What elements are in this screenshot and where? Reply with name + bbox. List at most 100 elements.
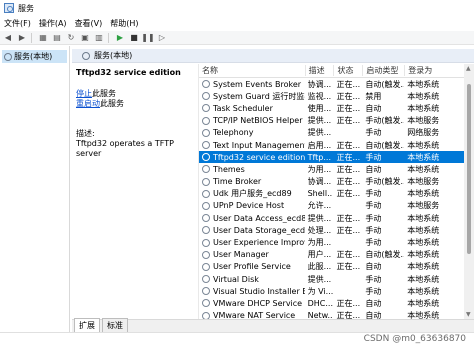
service-startup-cell: 手动(触发... (365, 177, 405, 187)
service-status-cell: 正在... (336, 116, 361, 126)
service-name-cell: Task Scheduler (199, 104, 305, 113)
service-status-cell: 正在... (336, 225, 361, 235)
table-row[interactable]: TCP/IP NetBIOS Helper 提供... 正在... 手动(触发... 本… (199, 115, 464, 127)
table-row[interactable]: Task Scheduler 使用... 正在... 自动 本地系统 (199, 102, 464, 114)
table-row[interactable]: User Data Storage_ecd89处理... 正在... 手动 本地系统 (199, 224, 464, 236)
menu-file[interactable]: 文件(F) (0, 18, 35, 29)
status-bar: CSDN @m0_63636870 (0, 332, 474, 346)
table-row[interactable]: System Events Broker 协调... 正在... 自动(触发... 本地… (199, 78, 464, 90)
title-bar: 服务 (0, 0, 474, 16)
table-row[interactable]: Themes 为用... 正在... 自动 本地系统 (199, 163, 464, 175)
stop-action: 停止此服务 (76, 89, 194, 99)
service-description-cell: 提供... (307, 128, 332, 138)
service-logon-cell: 本地系统 (407, 213, 440, 223)
service-startup-cell: 手动 (365, 189, 382, 199)
service-startup-cell: 手动 (365, 152, 382, 162)
toolbar: ◀ ▶ ▦ ▤ ↻ ▣ ▥ ▶ ■ ❚❚ ▷ (0, 31, 474, 45)
forward-icon[interactable]: ▶ (16, 32, 28, 43)
export-icon[interactable]: ↻ (65, 32, 77, 43)
service-name: User Manager (213, 250, 269, 260)
restart-service-link[interactable]: 重启动 (76, 99, 100, 108)
table-row[interactable]: System Guard 运行时监视...监视... 正在... 禁用 本地系统 (199, 90, 464, 102)
description-label: 描述: (76, 129, 95, 138)
table-row[interactable]: User Experience Improve...为用... 手动 本地系统 (199, 236, 464, 248)
service-description-cell: Tftp... (307, 152, 331, 162)
table-row[interactable]: Tftpd32 service edition Tftp... 正在... 手动 本地系… (199, 151, 464, 164)
restart-icon[interactable]: ▷ (156, 32, 168, 43)
gear-icon (202, 250, 210, 259)
column-header-name[interactable]: 名称 (199, 65, 305, 76)
description-text: Tftpd32 operates a TFTP server (76, 139, 174, 158)
service-name-cell: User Experience Improve... (199, 238, 305, 247)
service-description-cell: 启用... (307, 140, 332, 150)
table-row[interactable]: UPnP Device Host 允许... 手动 本地服务 (199, 200, 464, 212)
table-row[interactable]: VMware DHCP Service DHC... 正在... 自动 本地系统 (199, 297, 464, 309)
table-row[interactable]: Text Input Management ...启用... 正在... 自动(触发… (199, 139, 464, 151)
menu-help[interactable]: 帮助(H) (106, 18, 142, 29)
console-tree-icon[interactable]: ▦ (37, 32, 49, 43)
scroll-down-icon[interactable]: ▼ (466, 311, 471, 318)
pause-icon[interactable]: ❚❚ (141, 32, 154, 43)
table-row[interactable]: Virtual Disk 提供... 手动 本地系统 (199, 273, 464, 285)
service-name: Telephony (213, 128, 254, 138)
scroll-up-icon[interactable]: ▲ (466, 65, 471, 72)
service-name: User Data Storage_ecd89 (213, 225, 305, 235)
menu-view[interactable]: 查看(V) (71, 18, 107, 29)
service-logon-cell: 本地系统 (407, 103, 440, 113)
service-logon-cell: 本地服务 (407, 201, 440, 211)
table-row[interactable]: Visual Studio Installer Ele...为 Vi... 手动 本… (199, 285, 464, 297)
service-startup-cell: 手动 (365, 238, 382, 248)
service-name: Virtual Disk (213, 274, 259, 284)
start-icon[interactable]: ▶ (114, 32, 126, 43)
service-description-cell: 用户... (307, 250, 332, 260)
column-header-description[interactable]: 描述 (304, 65, 334, 76)
stop-service-link[interactable]: 停止 (76, 89, 92, 98)
tab-extended[interactable]: 扩展 (74, 318, 100, 332)
service-status-cell: 正在... (336, 177, 361, 187)
vertical-scrollbar[interactable]: ▲ ▼ (464, 64, 474, 319)
gear-icon (4, 52, 12, 61)
column-header-startup-type[interactable]: 启动类型 (362, 65, 404, 76)
table-row[interactable]: User Data Access_ecd89 提供... 正在... 手动 本地系统 (199, 212, 464, 224)
service-status-cell: 正在... (336, 311, 361, 319)
properties-icon[interactable]: ▥ (93, 32, 105, 43)
service-description-cell: 处理... (307, 225, 332, 235)
service-status-cell: 正在... (336, 152, 361, 162)
table-row[interactable]: VMware NAT Service Netw... 正在... 自动 本地系统 (199, 310, 464, 319)
help-icon[interactable]: ▣ (79, 32, 91, 43)
tab-standard[interactable]: 标准 (102, 318, 128, 332)
gear-icon (202, 92, 210, 101)
gear-icon (202, 262, 210, 271)
service-name-cell: VMware DHCP Service (199, 299, 305, 308)
service-description-cell: 使用... (307, 103, 332, 113)
service-logon-cell: 本地系统 (407, 238, 440, 248)
back-icon[interactable]: ◀ (2, 32, 14, 43)
stop-icon[interactable]: ■ (128, 32, 140, 43)
gear-icon (202, 311, 210, 319)
service-logon-cell: 本地系统 (407, 311, 440, 319)
scrollbar-thumb[interactable] (467, 84, 471, 254)
service-startup-cell: 自动 (365, 298, 382, 308)
table-row[interactable]: User Manager 用户... 正在... 自动(触发... 本地系统 (199, 249, 464, 261)
column-header-logon-as[interactable]: 登录为 (404, 65, 464, 76)
service-logon-cell: 本地系统 (407, 274, 440, 284)
column-header-status[interactable]: 状态 (333, 65, 362, 76)
service-name-cell: Virtual Disk (199, 275, 305, 284)
menu-action[interactable]: 操作(A) (35, 18, 71, 29)
service-status-cell: 正在... (336, 79, 361, 89)
table-row[interactable]: Udk 用户服务_ecd89 Shell... 正在... 手动 本地系统 (199, 188, 464, 200)
service-detail-pane: Tftpd32 service edition 停止此服务 重启动此服务 描述:… (72, 64, 198, 319)
table-row[interactable]: Telephony 提供... 手动 网络服务 (199, 127, 464, 139)
service-name: VMware DHCP Service (213, 298, 303, 308)
table-row[interactable]: Time Broker 协调... 正在... 手动(触发... 本地服务 (199, 176, 464, 188)
gear-icon (202, 238, 210, 247)
gear-icon (202, 226, 210, 235)
service-description-cell: 提供... (307, 116, 332, 126)
tree-item-services-local[interactable]: 服务(本地) (2, 50, 67, 63)
table-row[interactable]: User Profile Service 此服... 正在... 自动 本地系统 (199, 261, 464, 273)
service-description-cell: Shell... (307, 189, 334, 199)
refresh-icon[interactable]: ▤ (51, 32, 63, 43)
service-name: Themes (213, 164, 245, 174)
gear-icon (202, 201, 210, 210)
table-body: System Events Broker 协调... 正在... 自动(触发... 本地… (199, 78, 464, 319)
